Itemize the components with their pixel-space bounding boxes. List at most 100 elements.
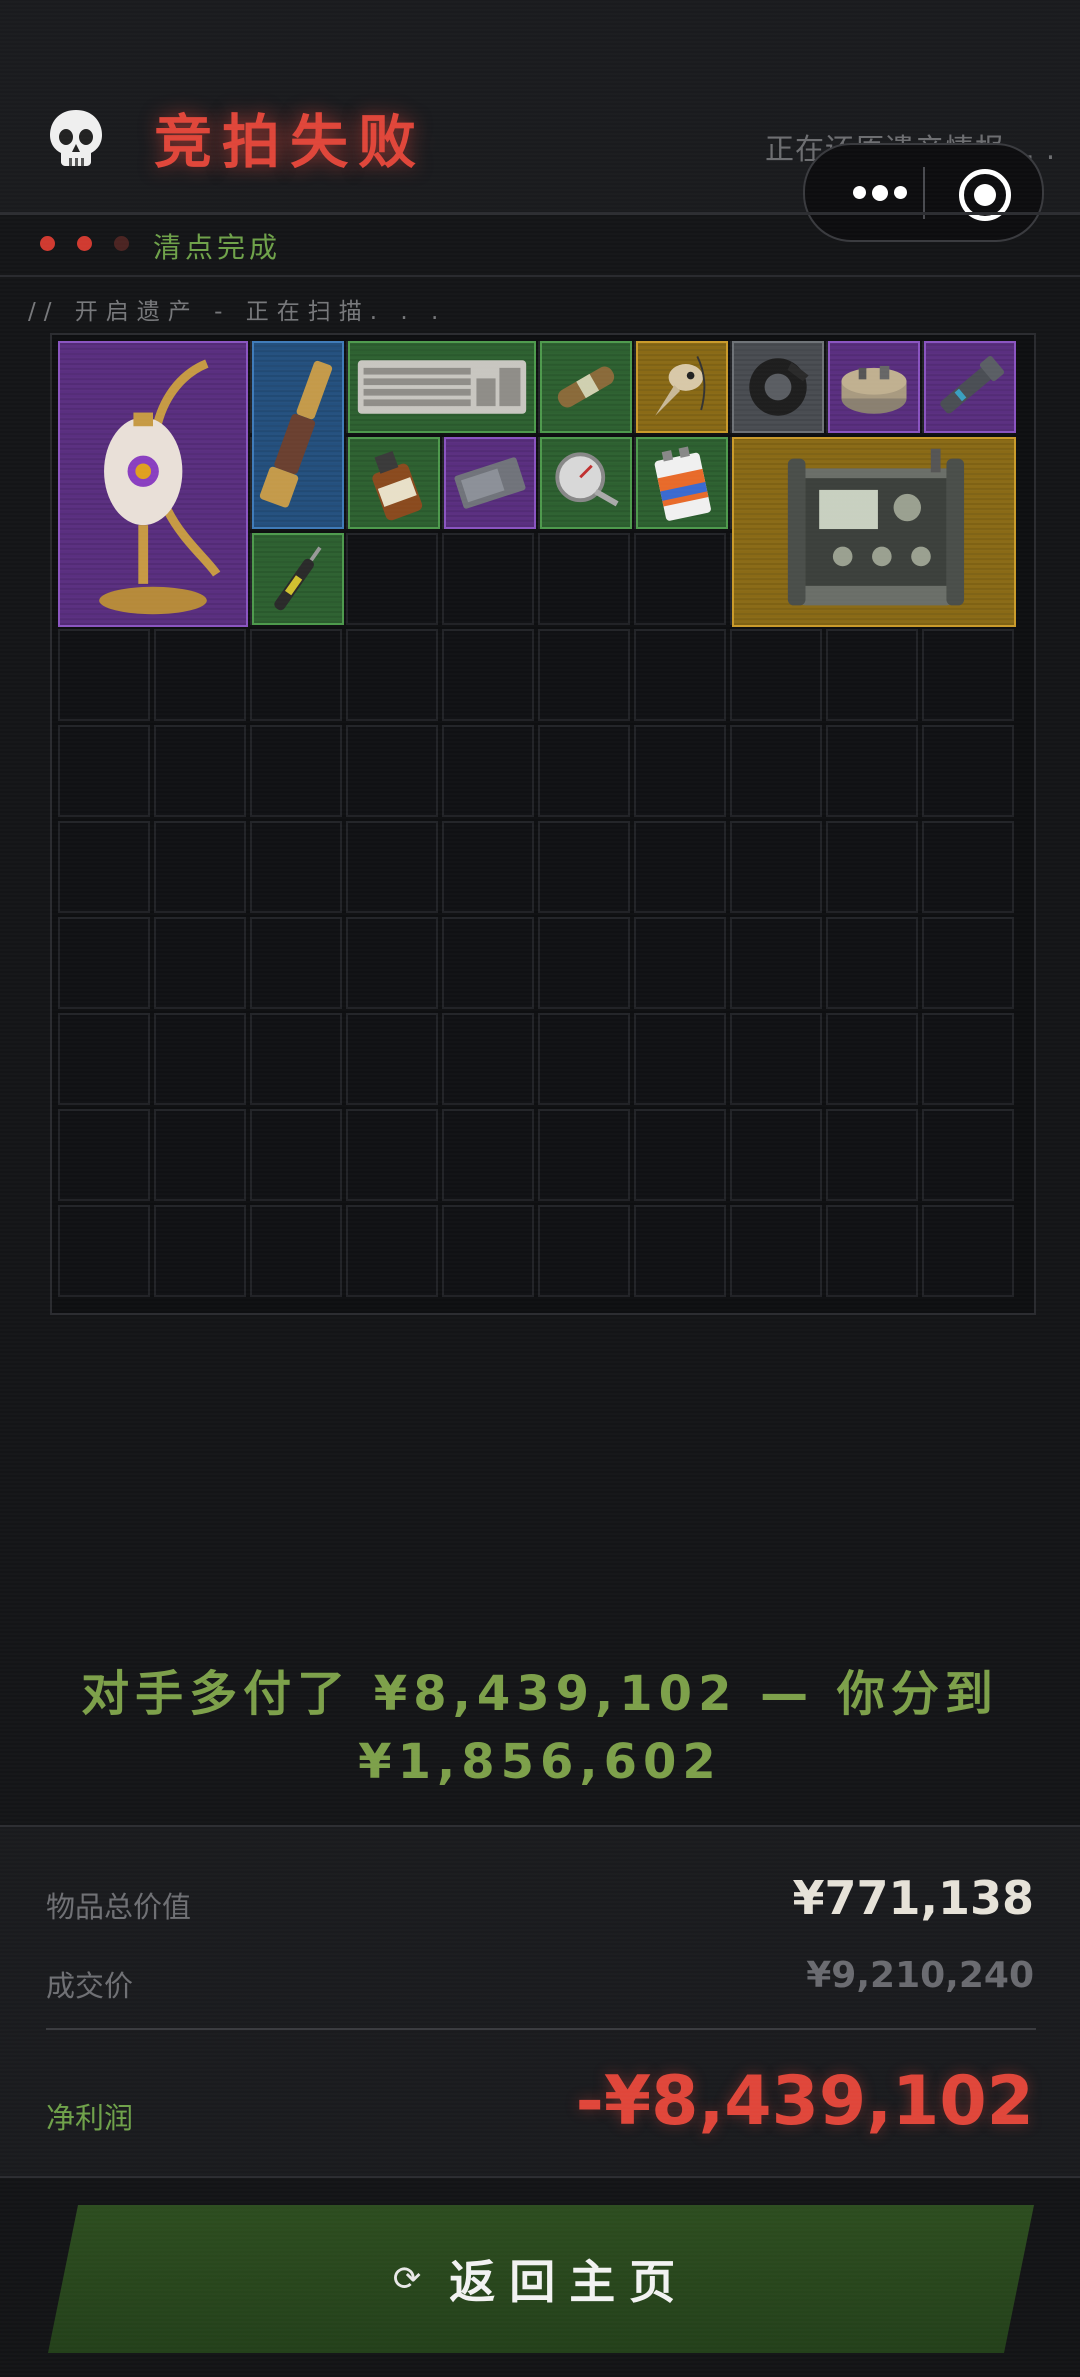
total-value-label: 物品总价值 — [46, 1890, 192, 1924]
item-military-radio-station[interactable] — [732, 437, 1016, 627]
inventory-slot — [346, 533, 438, 625]
status-dot — [40, 236, 55, 251]
inventory-slot — [58, 1013, 150, 1105]
stats-panel: 物品总价值 ¥771,138 成交价 ¥9,210,240 净利润 -¥8,43… — [0, 1825, 1080, 2177]
inventory-slot — [634, 1109, 726, 1201]
inventory-slot — [922, 725, 1014, 817]
inventory-slot — [634, 629, 726, 721]
refresh-icon: ⟳ — [392, 2259, 422, 2299]
inventory-slot — [634, 533, 726, 625]
inventory-slot — [826, 917, 918, 1009]
item-duct-tape[interactable] — [732, 341, 824, 433]
inventory-slot — [154, 917, 246, 1009]
more-options-icon[interactable] — [835, 145, 925, 240]
inventory-slot — [730, 1205, 822, 1297]
return-home-button[interactable]: ⟳ 返回主页 — [48, 2205, 1034, 2353]
net-profit: -¥8,439,102 — [575, 2062, 1034, 2141]
inventory-slot — [538, 821, 630, 913]
inventory-slot — [58, 1205, 150, 1297]
inventory-slot — [634, 1013, 726, 1105]
inventory-slot — [58, 917, 150, 1009]
inventory-slot — [922, 821, 1014, 913]
status-dots — [40, 236, 129, 251]
inventory-slot — [730, 629, 822, 721]
inventory-slot — [538, 533, 630, 625]
inventory-slot — [346, 1205, 438, 1297]
item-bird-skull-pendant[interactable] — [636, 341, 728, 433]
inventory-slot — [826, 629, 918, 721]
inventory-slot — [826, 821, 918, 913]
status-divider — [0, 275, 1080, 277]
item-crescent-moon-lamp[interactable] — [58, 341, 248, 627]
deal-price: ¥9,210,240 — [806, 1955, 1034, 1996]
inventory-slot — [154, 821, 246, 913]
inventory-slot — [922, 629, 1014, 721]
item-brass-telescope[interactable] — [252, 341, 344, 529]
net-profit-label: 净利润 — [46, 2101, 134, 2135]
inventory-slot — [346, 821, 438, 913]
inventory-grid — [50, 333, 1036, 1315]
inventory-slot — [538, 1013, 630, 1105]
skull-icon — [50, 110, 102, 166]
inventory-slot — [634, 917, 726, 1009]
inventory-slot — [442, 1205, 534, 1297]
inventory-slot — [826, 1013, 918, 1105]
item-flashlight[interactable] — [924, 341, 1016, 433]
item-keyboard[interactable] — [348, 341, 536, 433]
inventory-slot — [922, 1013, 1014, 1105]
inventory-slot — [442, 917, 534, 1009]
inventory-slot — [538, 1109, 630, 1201]
inventory-slot — [154, 725, 246, 817]
inventory-slot — [922, 1205, 1014, 1297]
auction-summary: 对手多付了 ¥8,439,102 — 你分到 ¥1,856,602 — [0, 1660, 1080, 1796]
inventory-slot — [346, 1013, 438, 1105]
inventory-slot — [730, 725, 822, 817]
mini-program-capsule — [803, 143, 1044, 242]
inventory-slot — [250, 725, 342, 817]
inventory-slot — [346, 725, 438, 817]
deal-price-label: 成交价 — [46, 1969, 134, 2003]
item-medicine-bottle[interactable] — [348, 437, 440, 529]
inventory-slot — [58, 629, 150, 721]
item-alarm-device[interactable] — [828, 341, 920, 433]
inventory-slot — [730, 917, 822, 1009]
item-thermometer-gauge[interactable] — [540, 437, 632, 529]
inventory-slot — [58, 725, 150, 817]
status-dot — [114, 236, 129, 251]
inventory-slot — [154, 1109, 246, 1201]
summary-line-1: 对手多付了 ¥8,439,102 — 你分到 — [81, 1666, 999, 1722]
summary-line-2: ¥1,856,602 — [358, 1734, 722, 1790]
status-text: 清点完成 — [153, 231, 282, 264]
inventory-slot — [538, 629, 630, 721]
inventory-slot — [442, 629, 534, 721]
item-injector-pen[interactable] — [252, 533, 344, 625]
inventory-slot — [634, 1205, 726, 1297]
inventory-slot — [442, 1013, 534, 1105]
item-hard-drive[interactable] — [444, 437, 536, 529]
inventory-slot — [922, 1109, 1014, 1201]
inventory-slot — [346, 629, 438, 721]
item-battery[interactable] — [636, 437, 728, 529]
inventory-slot — [250, 1205, 342, 1297]
inventory-slot — [538, 1205, 630, 1297]
inventory-slot — [826, 1109, 918, 1201]
page-title: 竞拍失败 — [140, 100, 441, 184]
inventory-slot — [346, 1109, 438, 1201]
inventory-slot — [154, 1205, 246, 1297]
inventory-slot — [442, 821, 534, 913]
inventory-slot — [634, 725, 726, 817]
inventory-slot — [730, 821, 822, 913]
inventory-slot — [154, 629, 246, 721]
inventory-slot — [250, 629, 342, 721]
inventory-slot — [250, 1013, 342, 1105]
inventory-slot — [154, 1013, 246, 1105]
total-value: ¥771,138 — [792, 1871, 1034, 1925]
inventory-slot — [826, 1205, 918, 1297]
item-cigar[interactable] — [540, 341, 632, 433]
inventory-slot — [730, 1109, 822, 1201]
inventory-slot — [634, 821, 726, 913]
inventory-slot — [346, 917, 438, 1009]
inventory-slot — [250, 917, 342, 1009]
inventory-slot — [922, 917, 1014, 1009]
header-divider — [0, 212, 1080, 215]
